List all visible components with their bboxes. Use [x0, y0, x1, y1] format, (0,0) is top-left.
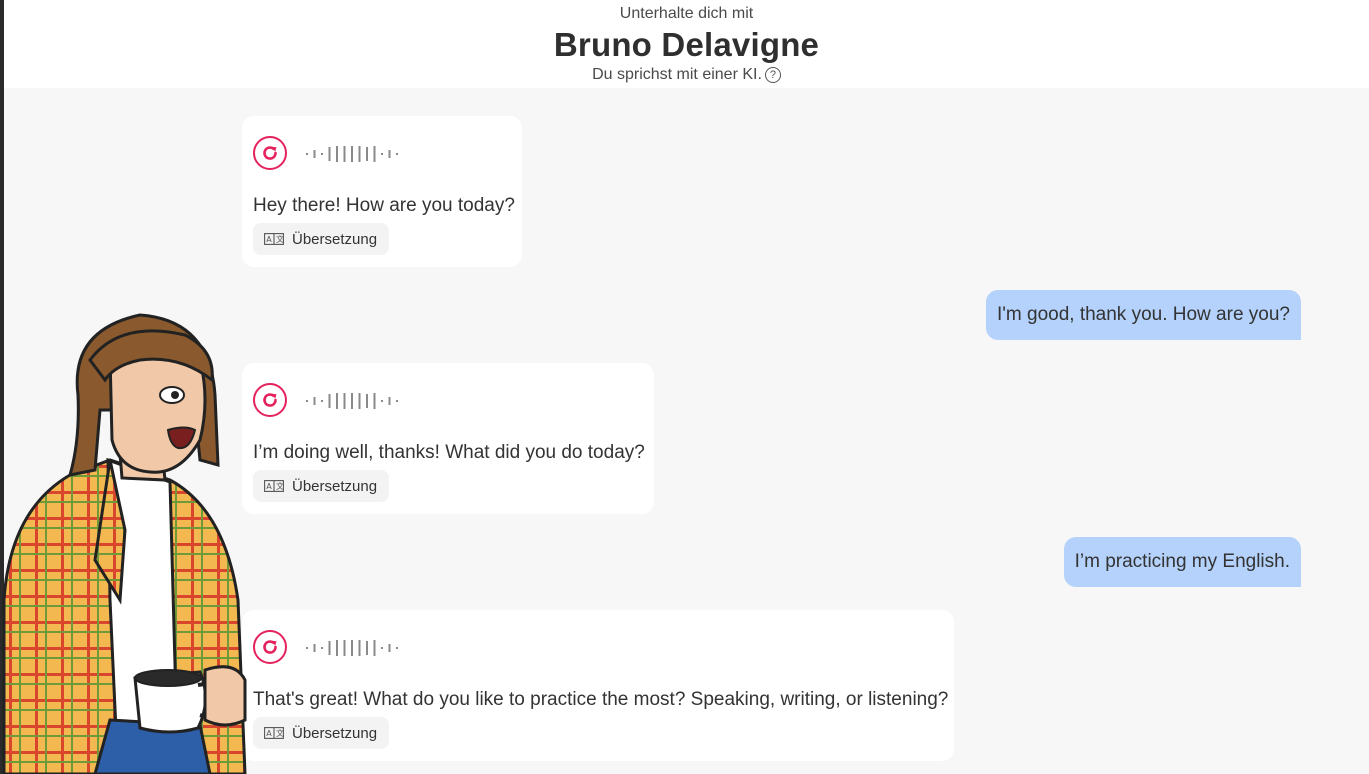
svg-text:文: 文: [276, 481, 284, 491]
ai-message-text: That's great! What do you like to practi…: [253, 689, 949, 710]
waveform-bar: [358, 146, 361, 162]
waveform-bar: [373, 640, 376, 656]
svg-text:A: A: [266, 482, 272, 491]
translate-icon: A文: [264, 233, 284, 245]
user-message: I'm good, thank you. How are you?: [985, 290, 1301, 340]
waveform-bar: [396, 400, 398, 402]
translate-label: Übersetzung: [292, 724, 378, 742]
replay-icon[interactable]: [253, 383, 287, 417]
svg-text:A: A: [266, 729, 272, 738]
ai-disclaimer: Du sprichst mit einer KI.?: [4, 66, 1369, 84]
translate-label: Übersetzung: [292, 230, 378, 248]
ai-message-text: Hey there! How are you today?: [253, 195, 515, 216]
replay-icon[interactable]: [253, 136, 287, 170]
waveform-bar: [396, 647, 398, 649]
waveform-bar: [313, 397, 316, 405]
waveform-bar: [388, 397, 391, 405]
waveform-bar: [321, 647, 323, 649]
waveform-bar: [343, 146, 346, 162]
waveform-bar: [351, 393, 353, 409]
translate-icon: A文: [264, 727, 284, 739]
waveform-bar: [321, 153, 323, 155]
waveform-bar: [373, 146, 376, 162]
translate-label: Übersetzung: [292, 477, 378, 495]
translate-button[interactable]: A文 Übersetzung: [253, 717, 390, 749]
waveform-bar: [343, 640, 346, 656]
waveform-bar: [336, 640, 338, 656]
replay-icon[interactable]: [253, 630, 287, 664]
waveform-bar: [381, 647, 383, 649]
ai-message: That's great! What do you like to practi…: [242, 610, 954, 761]
waveform-bar: [328, 641, 331, 655]
waveform-bar: [396, 153, 398, 155]
audio-waveform-icon[interactable]: [306, 638, 406, 658]
waveform-bar: [306, 400, 308, 402]
waveform-bar: [373, 393, 376, 409]
waveform-bar: [358, 640, 361, 656]
help-circle-icon[interactable]: ?: [764, 67, 781, 83]
waveform-bar: [313, 150, 316, 158]
waveform-bar: [328, 147, 331, 161]
waveform-bar: [381, 153, 383, 155]
ai-message: I’m doing well, thanks! What did you do …: [242, 363, 654, 514]
translate-icon: A文: [264, 480, 284, 492]
ai-message: Hey there! How are you today? A文 Überset…: [242, 116, 522, 267]
audio-waveform-icon[interactable]: [306, 144, 406, 164]
waveform-bar: [306, 153, 308, 155]
waveform-bar: [351, 640, 353, 656]
waveform-bar: [328, 394, 331, 408]
chat-header: Unterhalte dich mit Bruno Delavigne Du s…: [4, 0, 1369, 88]
waveform-bar: [351, 146, 353, 162]
waveform-bar: [388, 644, 391, 652]
waveform-bar: [388, 150, 391, 158]
svg-text:文: 文: [276, 234, 284, 244]
waveform-bar: [336, 393, 338, 409]
character-avatar-illustration: [2, 313, 247, 774]
waveform-bar: [343, 393, 346, 409]
ai-message-text: I’m doing well, thanks! What did you do …: [253, 442, 645, 463]
header-pretitle: Unterhalte dich mit: [619, 5, 754, 22]
waveform-bar: [366, 641, 368, 655]
audio-waveform-icon[interactable]: [306, 391, 406, 411]
svg-text:A: A: [266, 235, 272, 244]
waveform-bar: [358, 393, 361, 409]
translate-button[interactable]: A文 Übersetzung: [253, 223, 390, 255]
waveform-bar: [366, 394, 368, 408]
character-name: Bruno Delavigne: [553, 26, 820, 63]
svg-text:文: 文: [276, 728, 284, 738]
ai-disclaimer-text: Du sprichst mit einer KI.: [592, 66, 762, 83]
waveform-bar: [313, 644, 316, 652]
waveform-bar: [336, 146, 338, 162]
translate-button[interactable]: A文 Übersetzung: [253, 470, 390, 502]
waveform-bar: [381, 400, 383, 402]
waveform-bar: [306, 647, 308, 649]
waveform-bar: [366, 147, 368, 161]
user-message: I’m practicing my English.: [1063, 537, 1301, 587]
waveform-bar: [321, 400, 323, 402]
